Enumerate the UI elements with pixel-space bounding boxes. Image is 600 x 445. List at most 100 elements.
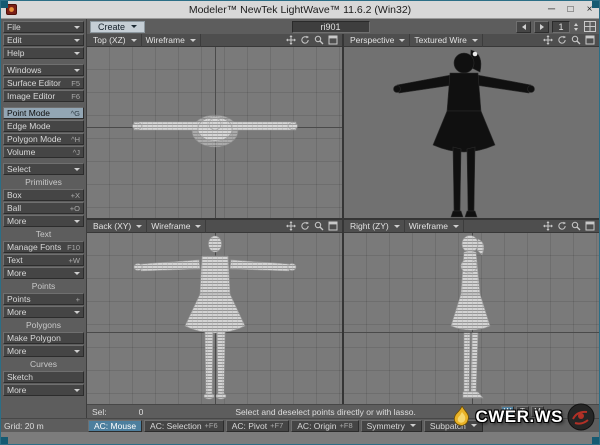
sidebar-item-manage-fonts[interactable]: Manage Fonts F10 xyxy=(3,241,84,253)
viewport-top-canvas[interactable] xyxy=(87,47,342,218)
previous-layer-button[interactable] xyxy=(516,20,532,33)
next-layer-button[interactable] xyxy=(534,20,550,33)
model-back-view xyxy=(133,235,296,400)
rotate-icon[interactable] xyxy=(299,35,310,46)
minimize-button[interactable]: ─ xyxy=(542,2,561,18)
bottom-ac-origin-button[interactable]: AC: Origin +F8 xyxy=(291,419,359,432)
bottom-ac-selection-button[interactable]: AC: Selection +F6 xyxy=(144,419,224,432)
bottom-button-label: AC: Pivot xyxy=(231,420,268,431)
object-name-field[interactable]: ri901 xyxy=(291,20,370,33)
rotate-icon[interactable] xyxy=(556,221,567,232)
layer-number-field[interactable]: 1 xyxy=(552,20,571,33)
frame-corner xyxy=(1,1,8,8)
sidebar-item-image-editor[interactable]: Image Editor F6 xyxy=(3,90,84,102)
bottom-ac-mouse-button[interactable]: AC: Mouse xyxy=(88,419,143,432)
viewport-view-label: Top (XZ) xyxy=(93,35,126,45)
viewport-mode-select[interactable]: Wireframe xyxy=(147,220,207,233)
sidebar-item-more[interactable]: More xyxy=(3,215,84,227)
viewport-view-label: Right (ZY) xyxy=(350,221,389,231)
sidebar-item-point-mode[interactable]: Point Mode ^G xyxy=(3,107,84,119)
sidebar-item-more[interactable]: More xyxy=(3,267,84,279)
sidebar-item-label: Surface Editor xyxy=(7,78,61,88)
sidebar-item-make-polygon[interactable]: Make Polygon xyxy=(3,332,84,344)
shortcut-label: ^G xyxy=(70,108,80,118)
viewport-mode-select[interactable]: Wireframe xyxy=(405,220,464,233)
viewport-titlebar: Right (ZY) Wireframe xyxy=(344,220,599,233)
viewport-perspective-canvas[interactable] xyxy=(344,47,599,218)
frame-corner xyxy=(592,1,599,8)
viewport-mode-select[interactable]: Textured Wire xyxy=(410,34,483,47)
chevron-down-icon xyxy=(195,224,202,228)
title-bar[interactable]: Modeler™ NewTek LightWave™ 11.6.2 (Win32… xyxy=(1,1,599,19)
sidebar-item-windows[interactable]: Windows xyxy=(3,64,84,76)
zoom-icon[interactable] xyxy=(570,221,581,232)
sidebar-item-text[interactable]: Text +W xyxy=(3,254,84,266)
chevron-down-icon xyxy=(471,38,478,42)
viewport-back-canvas[interactable] xyxy=(87,233,342,404)
tab-create[interactable]: Create xyxy=(90,20,146,33)
viewport-view-select[interactable]: Perspective xyxy=(346,34,411,47)
model-right-view xyxy=(450,235,490,399)
sidebar-item-label: Box xyxy=(7,190,22,200)
sidebar-item-ball[interactable]: Ball +O xyxy=(3,202,84,214)
bottom-ac-pivot-button[interactable]: AC: Pivot +F7 xyxy=(225,419,290,432)
sidebar-item-more[interactable]: More xyxy=(3,345,84,357)
sidebar-section-curves: Curves xyxy=(30,359,57,369)
shortcut-label: ^H xyxy=(71,134,80,144)
viewport-view-select[interactable]: Top (XZ) xyxy=(89,34,142,47)
sidebar-item-box[interactable]: Box +X xyxy=(3,189,84,201)
sidebar-item-more[interactable]: More xyxy=(3,306,84,318)
zoom-icon[interactable] xyxy=(313,35,324,46)
maximize-icon[interactable] xyxy=(327,221,338,232)
maximize-icon[interactable] xyxy=(584,221,595,232)
sidebar-item-label: Ball xyxy=(7,203,22,213)
pan-icon[interactable] xyxy=(285,221,296,232)
pan-icon[interactable] xyxy=(542,35,553,46)
viewport-perspective: Perspective Textured Wire xyxy=(344,34,599,218)
status-hint: Select and deselect points directly or w… xyxy=(235,406,416,417)
sidebar-item-label: More xyxy=(7,268,27,278)
chevron-down-icon xyxy=(130,38,137,42)
sidebar-item-edge-mode[interactable]: Edge Mode xyxy=(3,120,84,132)
viewport-titlebar: Top (XZ) Wireframe xyxy=(87,34,342,47)
sidebar-item-sketch[interactable]: Sketch xyxy=(3,371,84,383)
sidebar-item-help[interactable]: Help xyxy=(3,47,84,59)
layers-icon[interactable] xyxy=(584,21,597,32)
arrow-down-icon xyxy=(574,27,579,31)
viewport-mode-label: Wireframe xyxy=(145,35,185,45)
rotate-icon[interactable] xyxy=(299,221,310,232)
rotate-icon[interactable] xyxy=(556,35,567,46)
pan-icon[interactable] xyxy=(542,221,553,232)
chevron-down-icon xyxy=(74,310,80,314)
sidebar-item-label: More xyxy=(7,307,27,317)
viewport-view-select[interactable]: Right (ZY) xyxy=(346,220,405,233)
sidebar-item-polygon-mode[interactable]: Polygon Mode ^H xyxy=(3,133,84,145)
sidebar-item-points[interactable]: Points + xyxy=(3,293,84,305)
sidebar-item-label: Windows xyxy=(7,65,42,75)
pan-icon[interactable] xyxy=(285,35,296,46)
layer-stepper[interactable] xyxy=(574,22,579,31)
bottom-symmetry-button[interactable]: Symmetry xyxy=(360,419,422,432)
sidebar-item-volume[interactable]: Volume ^J xyxy=(3,146,84,158)
maximize-icon[interactable] xyxy=(327,35,338,46)
sidebar-item-label: Edge Mode xyxy=(7,121,51,131)
zoom-icon[interactable] xyxy=(313,221,324,232)
viewport-view-label: Back (XY) xyxy=(93,221,132,231)
viewport-mode-select[interactable]: Wireframe xyxy=(142,34,201,47)
shortcut-label: +F6 xyxy=(204,421,218,430)
sidebar-item-file[interactable]: File xyxy=(3,21,84,33)
maximize-button[interactable]: □ xyxy=(561,2,580,18)
zoom-icon[interactable] xyxy=(570,35,581,46)
viewport-right-canvas[interactable] xyxy=(344,233,599,404)
chevron-down-icon xyxy=(74,167,80,171)
window-frame-bottom xyxy=(1,432,599,444)
sidebar-item-more[interactable]: More xyxy=(3,384,84,396)
sidebar-item-label: More xyxy=(7,346,27,356)
maximize-icon[interactable] xyxy=(584,35,595,46)
sidebar-item-edit[interactable]: Edit xyxy=(3,34,84,46)
sidebar-item-select[interactable]: Select xyxy=(3,163,84,175)
watermark-text: CWER.WS xyxy=(475,407,563,426)
sidebar-item-surface-editor[interactable]: Surface Editor F5 xyxy=(3,77,84,89)
shortcut-label: +F7 xyxy=(270,421,284,430)
viewport-view-select[interactable]: Back (XY) xyxy=(89,220,148,233)
